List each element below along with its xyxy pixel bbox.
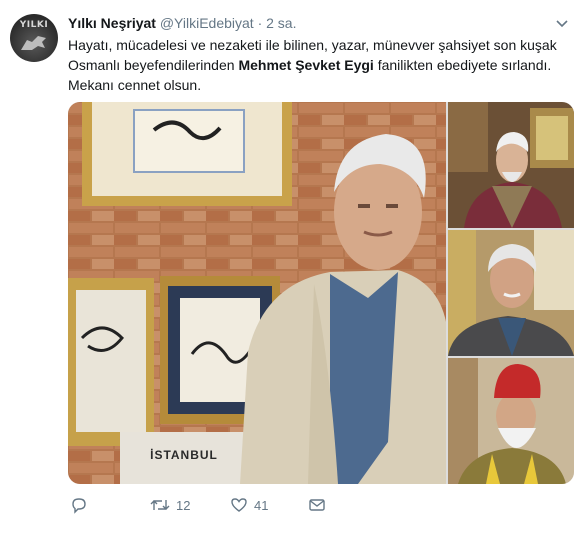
book-cover-label: İSTANBUL [150,448,218,462]
side-photo-2[interactable] [448,230,574,356]
retweet-button[interactable]: 12 [150,494,190,516]
direct-message-icon [309,499,325,511]
like-button[interactable]: 41 [230,494,268,516]
retweet-icon [150,500,170,510]
separator-dot: · [257,15,263,31]
tweet-text-mention-name: Mehmet Şevket Eygi [238,57,374,73]
reply-button[interactable] [70,494,94,516]
chevron-down-icon[interactable] [555,16,569,34]
tweet-header: Yılkı Neşriyat @YilkiEdebiyat · 2 sa. [68,14,296,32]
tweet-timestamp[interactable]: 2 sa. [266,15,296,31]
retweet-count: 12 [176,497,191,513]
like-count: 41 [254,497,269,513]
direct-message-button[interactable] [308,494,332,516]
avatar-logo-text: YILKI [19,20,49,30]
side-photo-3[interactable] [448,358,574,484]
media-grid: İSTANBUL [68,102,574,484]
side-photo-1[interactable] [448,102,574,228]
heart-icon [231,498,247,512]
display-name[interactable]: Yılkı Neşriyat [68,15,156,31]
main-photo[interactable] [68,102,446,484]
tweet: YILKI Yılkı Neşriyat @YilkiEdebiyat · 2 … [0,0,583,534]
tweet-text: Hayatı, mücadelesi ve nezaketi ile bilin… [68,35,568,95]
user-handle[interactable]: @YilkiEdebiyat [160,15,254,31]
avatar[interactable]: YILKI [10,14,58,62]
horse-logo-icon [21,36,46,50]
tweet-actions: 12 41 [68,494,568,516]
reply-icon [72,498,86,514]
